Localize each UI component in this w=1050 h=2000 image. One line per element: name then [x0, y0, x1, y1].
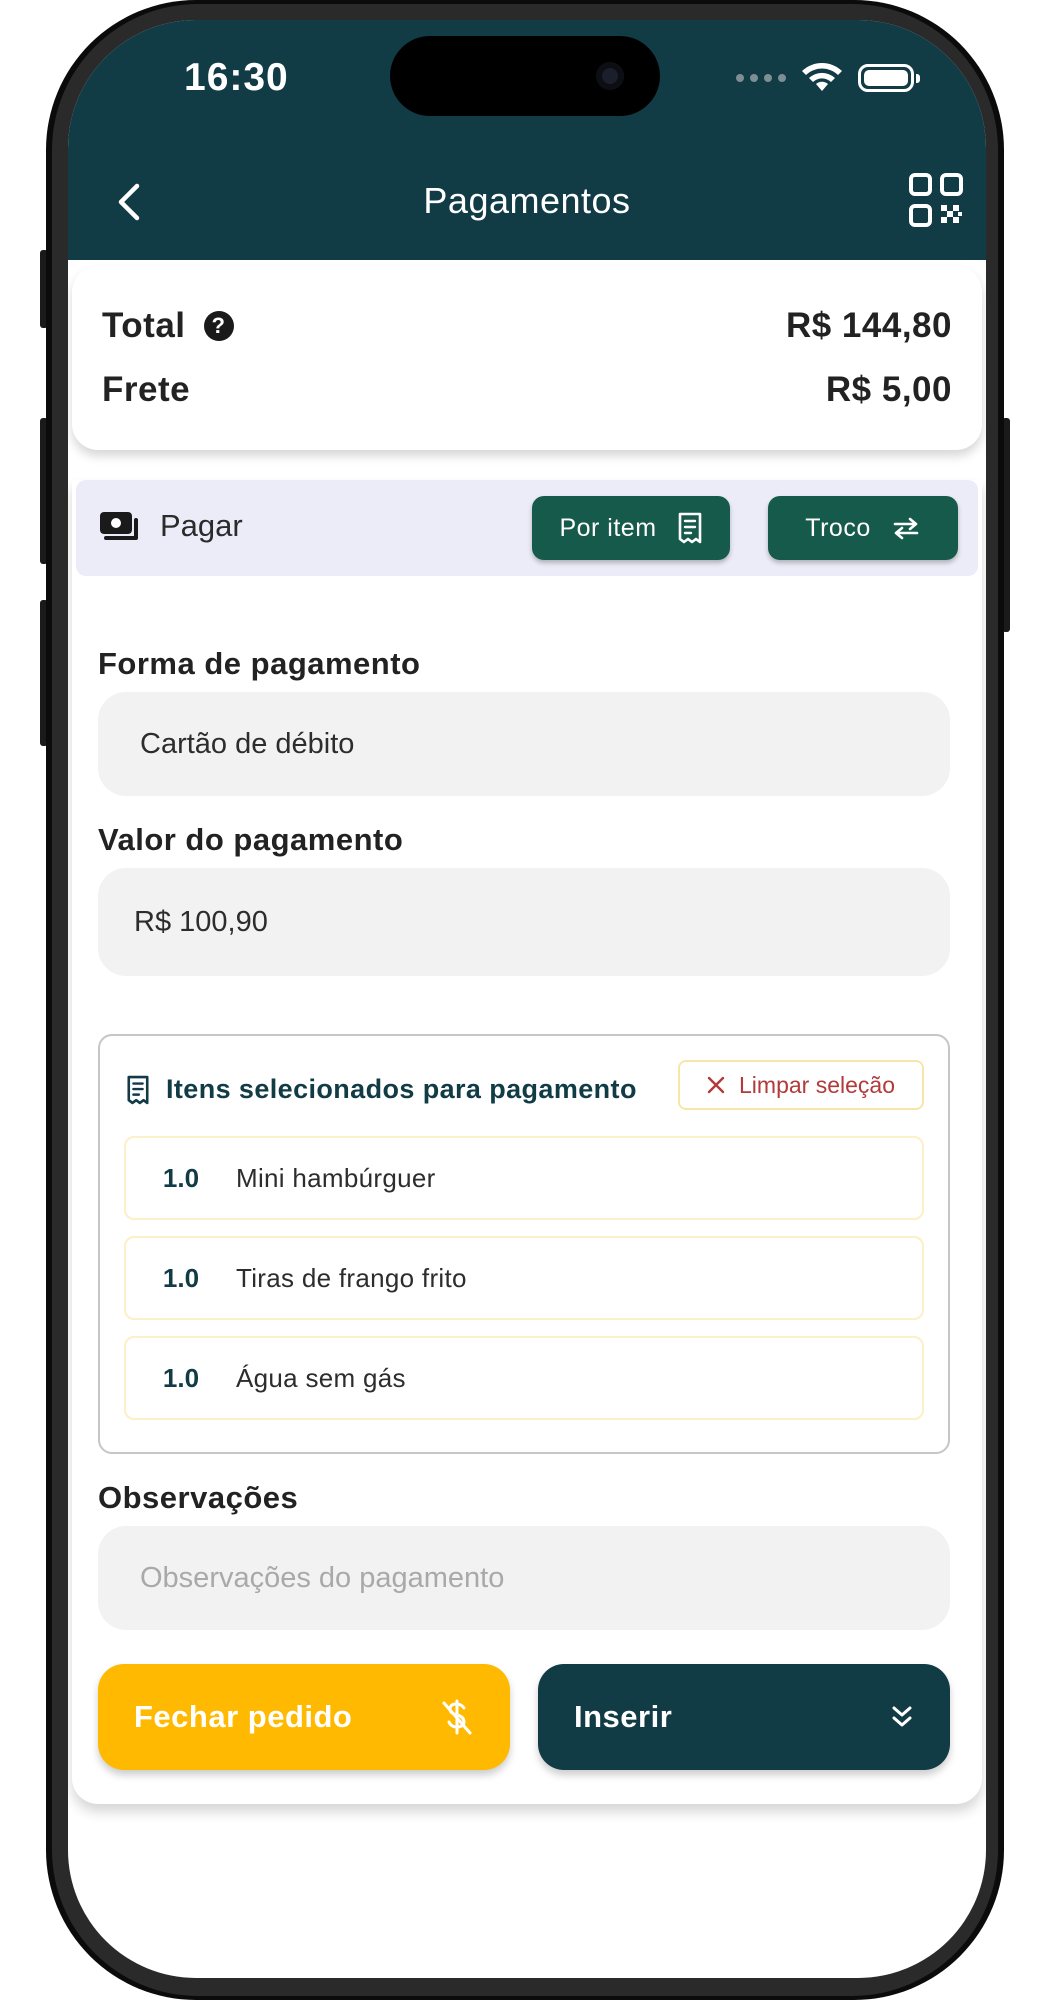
- money-off-icon: [442, 1699, 472, 1735]
- payment-method-value: Cartão de débito: [140, 727, 355, 760]
- camera-icon: [596, 62, 624, 90]
- swap-arrows-icon: [893, 517, 919, 540]
- pay-label: Pagar: [160, 508, 243, 543]
- frete-label: Frete: [102, 370, 191, 409]
- clear-selection-label: Limpar seleção: [739, 1071, 895, 1098]
- observations-input[interactable]: [98, 1526, 950, 1630]
- battery-icon: [858, 64, 920, 92]
- status-time: 16:30: [184, 56, 289, 99]
- cash-icon: [100, 512, 138, 540]
- wifi-icon: [802, 63, 842, 91]
- close-order-button[interactable]: Fechar pedido: [98, 1664, 510, 1770]
- total-value: R$ 144,80: [785, 306, 952, 345]
- clear-selection-button[interactable]: Limpar seleção: [678, 1060, 924, 1110]
- item-name: Mini hambúrguer: [236, 1162, 436, 1193]
- total-label: Total: [102, 306, 186, 345]
- por-item-label: Por item: [559, 513, 657, 542]
- selected-items-panel: Itens selecionados para pagamento Limpar…: [98, 1034, 950, 1454]
- qr-code-icon: [909, 173, 963, 227]
- status-icons: [736, 58, 920, 98]
- close-icon: [707, 1076, 725, 1094]
- page-title: Pagamentos: [423, 180, 631, 221]
- list-item: 1.0 Água sem gás: [124, 1336, 924, 1420]
- insert-label: Inserir: [574, 1699, 673, 1734]
- dynamic-island: [390, 36, 660, 116]
- qr-code-button[interactable]: [908, 172, 964, 228]
- payment-form-card: Pagar Por item Troco Forma de pagamento …: [72, 480, 982, 1804]
- item-name: Água sem gás: [236, 1362, 406, 1393]
- payment-method-select[interactable]: Cartão de débito: [98, 692, 950, 796]
- receipt-icon: [678, 512, 701, 544]
- list-item: 1.0 Mini hambúrguer: [124, 1136, 924, 1220]
- insert-button[interactable]: Inserir: [538, 1664, 950, 1770]
- item-quantity: 1.0: [162, 1362, 200, 1393]
- item-name: Tiras de frango frito: [236, 1262, 467, 1293]
- pay-toolbar: Pagar Por item Troco: [76, 480, 978, 576]
- screen: 16:30 Pagamentos Total ? R$ 144,80 Frete…: [68, 20, 986, 1978]
- troco-label: Troco: [805, 513, 871, 542]
- payment-value-text: R$ 100,90: [134, 905, 268, 938]
- cellular-signal-icon: [736, 74, 786, 82]
- double-chevron-down-icon: [892, 1706, 912, 1727]
- observations-label: Observações: [98, 1480, 299, 1515]
- payment-value-input[interactable]: R$ 100,90: [98, 868, 950, 976]
- item-quantity: 1.0: [162, 1262, 200, 1293]
- payment-method-label: Forma de pagamento: [98, 646, 421, 681]
- por-item-button[interactable]: Por item: [532, 496, 730, 560]
- frete-value: R$ 5,00: [825, 370, 952, 409]
- total-row: Total ? R$ 144,80: [102, 306, 952, 346]
- totals-card: Total ? R$ 144,80 Frete R$ 5,00: [72, 266, 982, 450]
- close-order-label: Fechar pedido: [134, 1699, 353, 1734]
- selected-items-title: Itens selecionados para pagamento: [166, 1074, 637, 1104]
- payment-value-label: Valor do pagamento: [98, 822, 404, 857]
- list-item: 1.0 Tiras de frango frito: [124, 1236, 924, 1320]
- observations-field: [98, 1526, 950, 1630]
- item-quantity: 1.0: [162, 1162, 200, 1193]
- help-icon[interactable]: ?: [203, 311, 234, 341]
- frete-row: Frete R$ 5,00: [102, 370, 952, 410]
- receipt-icon: [127, 1075, 149, 1104]
- app-header: 16:30 Pagamentos: [68, 20, 986, 260]
- troco-button[interactable]: Troco: [768, 496, 958, 560]
